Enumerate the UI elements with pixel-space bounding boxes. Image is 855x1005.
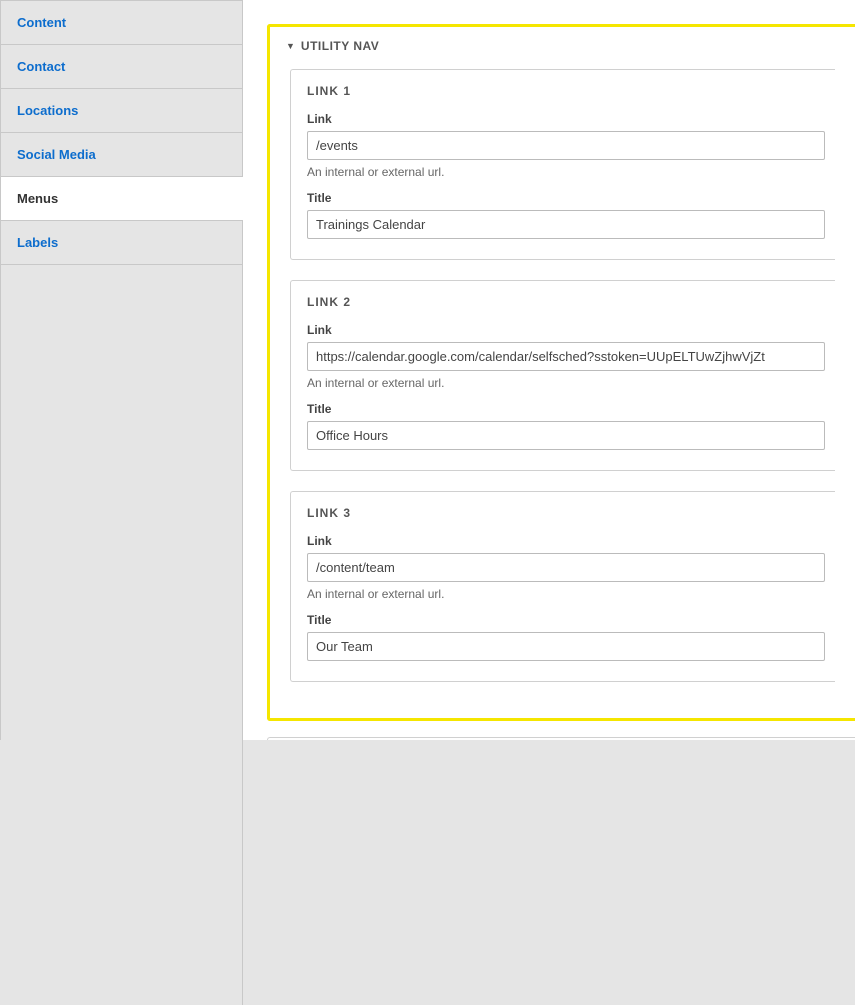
sidebar-fill [1,265,243,1005]
utility-nav-header[interactable]: ▼ UTILITY NAV [270,27,855,65]
link-group-heading: LINK 2 [307,295,825,309]
utility-nav-body: LINK 1 Link An internal or external url.… [270,65,855,718]
link-url-help: An internal or external url. [307,165,825,179]
utility-nav-panel: ▼ UTILITY NAV LINK 1 Link An internal or… [267,24,855,721]
link-title-label: Title [307,613,825,627]
link-group-heading: LINK 3 [307,506,825,520]
link-title-input-2[interactable] [307,421,825,450]
sidebar-item-label: Social Media [17,147,96,162]
sidebar-item-menus[interactable]: Menus [1,177,243,221]
link-group-heading: LINK 1 [307,84,825,98]
link-url-input-1[interactable] [307,131,825,160]
sidebar-item-labels[interactable]: Labels [1,221,243,265]
link-title-input-1[interactable] [307,210,825,239]
sidebar-item-label: Content [17,15,66,30]
link-title-label: Title [307,191,825,205]
link-url-label: Link [307,112,825,126]
link-group-3: LINK 3 Link An internal or external url.… [290,491,835,682]
sidebar-item-label: Labels [17,235,58,250]
link-title-label: Title [307,402,825,416]
main-content: ▼ UTILITY NAV LINK 1 Link An internal or… [243,0,855,740]
link-url-input-3[interactable] [307,553,825,582]
link-title-input-3[interactable] [307,632,825,661]
link-url-label: Link [307,534,825,548]
link-group-2: LINK 2 Link An internal or external url.… [290,280,835,471]
sidebar-item-contact[interactable]: Contact [1,45,243,89]
sidebar-item-locations[interactable]: Locations [1,89,243,133]
sidebar-item-social-media[interactable]: Social Media [1,133,243,177]
link-url-help: An internal or external url. [307,587,825,601]
link-url-label: Link [307,323,825,337]
sidebar-item-label: Contact [17,59,65,74]
link-group-1: LINK 1 Link An internal or external url.… [290,69,835,260]
link-url-input-2[interactable] [307,342,825,371]
sidebar-item-label: Menus [17,191,58,206]
sidebar-item-content[interactable]: Content [1,0,243,45]
disclosure-down-icon: ▼ [286,41,295,51]
sidebar: Content Contact Locations Social Media M… [0,0,243,740]
link-url-help: An internal or external url. [307,376,825,390]
utility-nav-title: UTILITY NAV [301,39,379,53]
sidebar-item-label: Locations [17,103,78,118]
